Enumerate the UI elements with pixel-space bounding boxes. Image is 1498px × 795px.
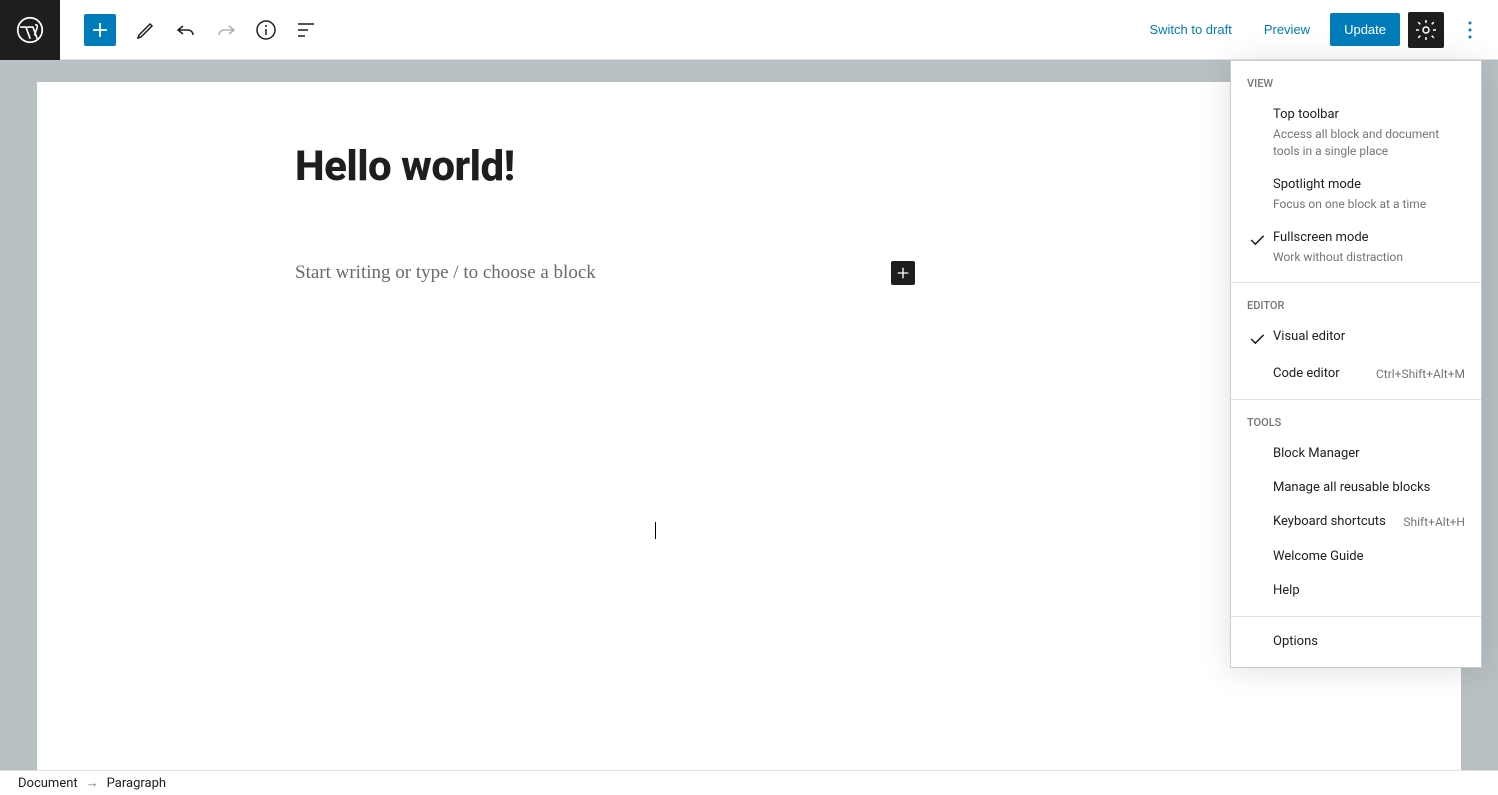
wordpress-logo[interactable] <box>0 0 60 60</box>
check-placeholder <box>1247 582 1267 583</box>
menu-title: Keyboard shortcuts <box>1273 513 1389 531</box>
menu-title: Options <box>1273 633 1465 651</box>
dropdown-section-tools: Tools Block Manager Manage all reusable … <box>1231 400 1481 617</box>
switch-to-draft-button[interactable]: Switch to draft <box>1137 14 1243 45</box>
menu-title: Code editor <box>1273 365 1362 383</box>
menu-desc: Focus on one block at a time <box>1273 196 1465 213</box>
menu-title: Top toolbar <box>1273 106 1465 124</box>
menu-item-code-editor[interactable]: Code editor Ctrl+Shift+Alt+M <box>1231 357 1481 391</box>
plus-icon <box>894 264 912 282</box>
pencil-icon <box>134 18 158 42</box>
menu-title: Fullscreen mode <box>1273 229 1465 247</box>
menu-shortcut: Shift+Alt+H <box>1403 515 1465 529</box>
details-button[interactable] <box>248 12 284 48</box>
block-breadcrumb: Document → Paragraph <box>0 770 1498 795</box>
undo-icon <box>174 18 198 42</box>
menu-title: Visual editor <box>1273 328 1465 346</box>
menu-shortcut: Ctrl+Shift+Alt+M <box>1376 367 1465 381</box>
preview-button[interactable]: Preview <box>1252 14 1322 45</box>
block-placeholder[interactable]: Start writing or type / to choose a bloc… <box>295 262 891 284</box>
undo-button[interactable] <box>168 12 204 48</box>
menu-item-spotlight[interactable]: Spotlight mode Focus on one block at a t… <box>1231 168 1481 221</box>
menu-item-welcome-guide[interactable]: Welcome Guide <box>1231 540 1481 574</box>
menu-item-top-toolbar[interactable]: Top toolbar Access all block and documen… <box>1231 98 1481 168</box>
check-placeholder <box>1247 176 1267 177</box>
breadcrumb-arrow: → <box>86 775 99 791</box>
wordpress-icon <box>16 16 44 44</box>
check-icon <box>1247 328 1267 349</box>
outline-icon <box>294 18 318 42</box>
breadcrumb-current[interactable]: Paragraph <box>107 776 166 791</box>
text-cursor <box>655 522 656 539</box>
section-label-tools: Tools <box>1231 408 1481 437</box>
info-icon <box>254 18 278 42</box>
breadcrumb-root[interactable]: Document <box>18 776 78 791</box>
check-placeholder <box>1247 633 1267 634</box>
menu-title: Block Manager <box>1273 445 1465 463</box>
menu-item-fullscreen[interactable]: Fullscreen mode Work without distraction <box>1231 221 1481 274</box>
editor-topbar: Switch to draft Preview Update <box>0 0 1498 60</box>
menu-item-reusable-blocks[interactable]: Manage all reusable blocks <box>1231 471 1481 505</box>
update-button[interactable]: Update <box>1330 13 1400 46</box>
menu-item-help[interactable]: Help <box>1231 574 1481 608</box>
check-icon <box>1247 229 1267 250</box>
redo-icon <box>214 18 238 42</box>
plus-icon <box>88 18 112 42</box>
dropdown-section-options: Options <box>1231 617 1481 667</box>
menu-item-block-manager[interactable]: Block Manager <box>1231 437 1481 471</box>
empty-block-row: Start writing or type / to choose a bloc… <box>295 261 915 285</box>
redo-button[interactable] <box>208 12 244 48</box>
check-placeholder <box>1247 548 1267 549</box>
check-placeholder <box>1247 513 1267 514</box>
topbar-left <box>0 0 324 60</box>
outline-button[interactable] <box>288 12 324 48</box>
inline-add-block-button[interactable] <box>891 261 915 285</box>
check-placeholder <box>1247 479 1267 480</box>
menu-item-visual-editor[interactable]: Visual editor <box>1231 320 1481 357</box>
menu-item-options[interactable]: Options <box>1231 625 1481 659</box>
add-block-button[interactable] <box>84 14 116 46</box>
tools-button[interactable] <box>128 12 164 48</box>
menu-item-keyboard-shortcuts[interactable]: Keyboard shortcuts Shift+Alt+H <box>1231 505 1481 539</box>
more-menu-dropdown: View Top toolbar Access all block and do… <box>1230 60 1482 668</box>
topbar-right: Switch to draft Preview Update <box>1137 12 1498 48</box>
menu-title: Manage all reusable blocks <box>1273 479 1465 497</box>
menu-desc: Work without distraction <box>1273 249 1465 266</box>
menu-title: Spotlight mode <box>1273 176 1465 194</box>
check-placeholder <box>1247 106 1267 107</box>
menu-title: Welcome Guide <box>1273 548 1465 566</box>
toolbar-tools <box>128 12 324 48</box>
menu-title: Help <box>1273 582 1465 600</box>
more-menu-button[interactable] <box>1452 12 1488 48</box>
dropdown-section-view: View Top toolbar Access all block and do… <box>1231 61 1481 283</box>
more-vertical-icon <box>1458 18 1482 42</box>
section-label-view: View <box>1231 69 1481 98</box>
check-placeholder <box>1247 445 1267 446</box>
dropdown-section-editor: Editor Visual editor Code editor Ctrl+Sh… <box>1231 283 1481 400</box>
menu-desc: Access all block and document tools in a… <box>1273 126 1465 160</box>
settings-button[interactable] <box>1408 12 1444 48</box>
check-placeholder <box>1247 365 1267 366</box>
section-label-editor: Editor <box>1231 291 1481 320</box>
gear-icon <box>1414 18 1438 42</box>
